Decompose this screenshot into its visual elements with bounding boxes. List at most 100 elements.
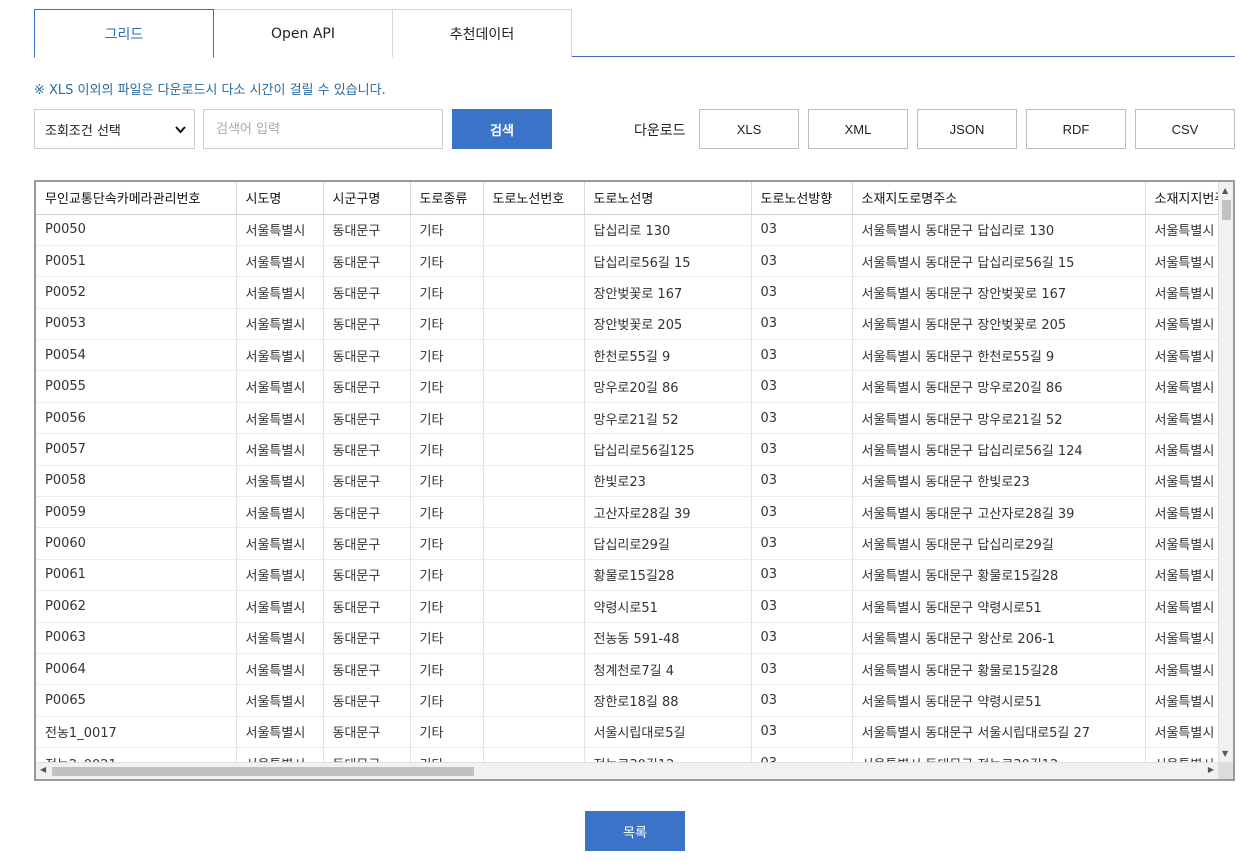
search-button[interactable]: 검색 [452, 109, 552, 149]
table-cell: 고산자로28길 39 [584, 496, 752, 529]
table-cell: 서울특별시 [236, 653, 324, 686]
column-header[interactable]: 시도명 [236, 182, 324, 215]
table-cell: 서울특별시 동대문구 장안벚꽃로 167 [852, 276, 1146, 309]
table-cell: 망우로21길 52 [584, 402, 752, 435]
table-row[interactable]: 전농1_0017 서울특별시 동대문구 기타 서울시립대로5길 03 서울특별시 동대문구 … [36, 716, 1233, 749]
table-cell: 서울특별시 동대문구 황물로15길28 [852, 559, 1146, 592]
table-cell: 서울특별시 [236, 684, 324, 717]
table-cell: 기타 [410, 402, 484, 435]
table-cell: 03 [751, 716, 853, 749]
table-cell: 서울특별시 [236, 370, 324, 403]
table-cell: 한빛로23 [584, 465, 752, 498]
table-row[interactable]: P0058 서울특별시 동대문구 기타 한빛로23 03 서울특별시 동대문구 한빛로23 서… [36, 465, 1233, 498]
table-cell [483, 276, 585, 309]
table-row[interactable]: P0053 서울특별시 동대문구 기타 장안벚꽃로 205 03 서울특별시 동대문구 장안… [36, 308, 1233, 341]
table-cell: P0056 [36, 402, 237, 435]
table-cell: 장안벚꽃로 167 [584, 276, 752, 309]
tab-open-api[interactable]: Open API [213, 9, 393, 57]
table-cell [483, 559, 585, 592]
table-cell: 서울특별시 동대문구 답십리로56길 15 [852, 245, 1146, 278]
table-cell: P0065 [36, 684, 237, 717]
download-xls-button[interactable]: XLS [699, 109, 799, 149]
table-cell: 동대문구 [323, 214, 411, 246]
table-cell: 동대문구 [323, 684, 411, 717]
table-cell [483, 308, 585, 341]
table-cell: 동대문구 [323, 653, 411, 686]
table-cell: 03 [751, 590, 853, 623]
table-cell: 기타 [410, 622, 484, 654]
table-row[interactable]: P0065 서울특별시 동대문구 기타 장한로18길 88 03 서울특별시 동대문구 약령… [36, 684, 1233, 717]
table-cell: 기타 [410, 716, 484, 749]
table-cell: 동대문구 [323, 716, 411, 749]
column-header[interactable]: 도로노선명 [584, 182, 752, 215]
table-cell: 서울특별시 동대문구 황물로15길28 [852, 653, 1146, 686]
column-header[interactable]: 도로종류 [410, 182, 484, 215]
column-header[interactable]: 무인교통단속카메라관리번호 [36, 182, 237, 215]
scroll-down-icon[interactable]: ▼ [1222, 749, 1228, 758]
table-row[interactable]: P0057 서울특별시 동대문구 기타 답십리로56길125 03 서울특별시 동대문구 답… [36, 433, 1233, 466]
table-row[interactable]: P0063 서울특별시 동대문구 기타 전농동 591-48 03 서울특별시 동대문구 왕… [36, 622, 1233, 654]
search-condition-value: 조회조건 선택 [45, 123, 121, 139]
table-row[interactable]: P0062 서울특별시 동대문구 기타 약령시로51 03 서울특별시 동대문구 약령시로5… [36, 590, 1233, 623]
column-header[interactable]: 도로노선번호 [483, 182, 585, 215]
table-row[interactable]: P0052 서울특별시 동대문구 기타 장안벚꽃로 167 03 서울특별시 동대문구 장안… [36, 276, 1233, 309]
table-row[interactable]: P0059 서울특별시 동대문구 기타 고산자로28길 39 03 서울특별시 동대문구 고… [36, 496, 1233, 529]
table-cell: 답십리로29길 [584, 527, 752, 560]
table-cell: 서울특별시 동대문구 한천로55길 9 [852, 339, 1146, 372]
table-row[interactable]: P0054 서울특별시 동대문구 기타 한천로55길 9 03 서울특별시 동대문구 한천로… [36, 339, 1233, 372]
scroll-left-icon[interactable]: ◀ [40, 765, 46, 774]
table-row[interactable]: P0051 서울특별시 동대문구 기타 답십리로56길 15 03 서울특별시 동대문구 답… [36, 245, 1233, 278]
horizontal-scrollbar[interactable]: ◀ ▶ [36, 762, 1218, 779]
tab-bar: 그리드 Open API 추천데이터 [34, 9, 1235, 58]
table-cell: 서울시립대로5길 [584, 716, 752, 749]
table-cell: 03 [751, 245, 853, 278]
table-cell: 서울특별시 [236, 716, 324, 749]
table-cell [483, 653, 585, 686]
table-cell: P0051 [36, 245, 237, 278]
table-cell: 기타 [410, 653, 484, 686]
column-header[interactable]: 소재지도로명주소 [852, 182, 1146, 215]
vertical-scroll-thumb[interactable] [1222, 200, 1231, 220]
table-cell [483, 465, 585, 498]
search-condition-select[interactable]: 조회조건 선택 [34, 109, 195, 149]
table-cell: 03 [751, 496, 853, 529]
table-cell [483, 716, 585, 749]
table-cell: 장안벚꽃로 205 [584, 308, 752, 341]
horizontal-scroll-thumb[interactable] [52, 767, 474, 776]
table-row[interactable]: P0056 서울특별시 동대문구 기타 망우로21길 52 03 서울특별시 동대문구 망우… [36, 402, 1233, 435]
table-cell: 전농1_0017 [36, 716, 237, 749]
table-cell: 03 [751, 465, 853, 498]
table-cell: 한천로55길 9 [584, 339, 752, 372]
table-row[interactable]: P0061 서울특별시 동대문구 기타 황물로15길28 03 서울특별시 동대문구 황물로… [36, 559, 1233, 592]
table-cell: 동대문구 [323, 433, 411, 466]
table-cell: 기타 [410, 433, 484, 466]
table-cell: 기타 [410, 276, 484, 309]
download-rdf-button[interactable]: RDF [1026, 109, 1126, 149]
column-header[interactable]: 시군구명 [323, 182, 411, 215]
tab-grid[interactable]: 그리드 [34, 9, 214, 58]
table-cell: 서울특별시 동대문구 약령시로51 [852, 684, 1146, 717]
download-json-button[interactable]: JSON [917, 109, 1017, 149]
table-cell: 동대문구 [323, 590, 411, 623]
search-input[interactable] [203, 109, 443, 149]
table-cell: 서울특별시 [236, 433, 324, 466]
table-cell: 03 [751, 308, 853, 341]
table-cell: 기타 [410, 465, 484, 498]
download-xml-button[interactable]: XML [808, 109, 908, 149]
scroll-up-icon[interactable]: ▲ [1222, 186, 1228, 195]
table-cell: 03 [751, 433, 853, 466]
table-row[interactable]: P0060 서울특별시 동대문구 기타 답십리로29길 03 서울특별시 동대문구 답십리로… [36, 527, 1233, 560]
table-row[interactable]: P0050 서울특별시 동대문구 기타 답십리로 130 03 서울특별시 동대문구 답십리… [36, 214, 1233, 246]
list-button[interactable]: 목록 [585, 811, 685, 851]
table-cell: 기타 [410, 214, 484, 246]
scroll-right-icon[interactable]: ▶ [1208, 765, 1214, 774]
download-csv-button[interactable]: CSV [1135, 109, 1235, 149]
vertical-scrollbar[interactable]: ▲ ▼ [1218, 182, 1233, 762]
table-cell: 03 [751, 402, 853, 435]
table-cell: P0062 [36, 590, 237, 623]
table-row[interactable]: P0055 서울특별시 동대문구 기타 망우로20길 86 03 서울특별시 동대문구 망우… [36, 370, 1233, 403]
column-header[interactable]: 도로노선방향 [751, 182, 853, 215]
table-row[interactable]: P0064 서울특별시 동대문구 기타 청계천로7길 4 03 서울특별시 동대문구 황물로… [36, 653, 1233, 686]
tab-recommended-data[interactable]: 추천데이터 [392, 9, 572, 57]
table-cell: 서울특별시 동대문구 고산자로28길 39 [852, 496, 1146, 529]
